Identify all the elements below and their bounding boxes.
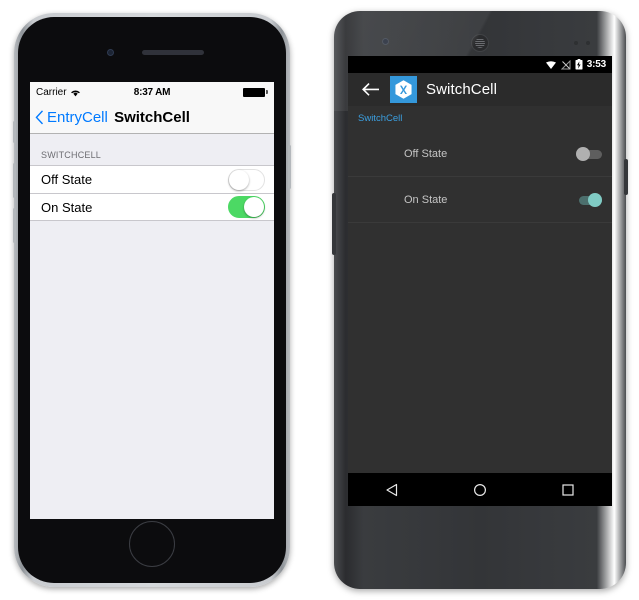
proximity-sensor-icon [574, 41, 578, 45]
ios-cell-label: Off State [41, 172, 93, 187]
square-recents-icon [562, 483, 574, 496]
chevron-left-icon [35, 110, 43, 125]
android-screen: 3:53 SwitchCell SwitchCell Off State On … [348, 56, 612, 506]
android-volume-button[interactable] [332, 193, 336, 255]
ios-back-button[interactable]: EntryCell [30, 109, 108, 126]
android-section-header: SwitchCell [358, 113, 403, 124]
android-device: 3:53 SwitchCell SwitchCell Off State On … [332, 11, 628, 589]
xamarin-logo-icon [390, 76, 417, 103]
list-item[interactable]: Off State [348, 131, 612, 177]
android-switch-thumb [576, 146, 590, 161]
android-switch-thumb [588, 192, 602, 207]
iphone-mute-switch[interactable] [13, 121, 16, 143]
battery-full-icon [243, 87, 268, 97]
front-camera-icon [107, 49, 114, 56]
android-nav-back-button[interactable] [375, 477, 409, 503]
xamarin-hexagon-icon [395, 80, 412, 99]
table-row[interactable]: On State [30, 193, 274, 221]
iphone-volume-up-button[interactable] [13, 163, 16, 198]
wifi-icon [545, 60, 556, 69]
ios-switch-knob [229, 169, 249, 190]
light-sensor-icon [586, 41, 590, 45]
table-row[interactable]: Off State [30, 165, 274, 193]
ios-switch-on-state[interactable] [228, 196, 265, 218]
ios-nav-bar: EntryCell SwitchCell [30, 102, 274, 134]
android-clock: 3:53 [586, 59, 606, 70]
android-switch-on-state[interactable] [576, 192, 602, 207]
ios-switch-knob [244, 197, 264, 217]
ios-section-spacer [30, 134, 274, 150]
iphone-volume-down-button[interactable] [13, 208, 16, 243]
battery-charging-icon [575, 59, 583, 70]
android-list-view: SwitchCell Off State On State [348, 106, 612, 223]
android-toolbar: SwitchCell [348, 73, 612, 106]
ios-table-view: SWITCHCELL Off State On State [30, 134, 274, 221]
android-nav-recents-button[interactable] [551, 477, 585, 503]
front-camera-icon [382, 38, 389, 45]
iphone-power-button[interactable] [288, 145, 291, 189]
android-status-bar: 3:53 [348, 56, 612, 73]
ios-back-label: EntryCell [47, 109, 108, 126]
signal-off-icon [560, 59, 571, 69]
iphone-device: Carrier 8:37 AM EntryCell SwitchCell SWI… [13, 13, 291, 587]
android-nav-bar [348, 473, 612, 506]
android-power-button[interactable] [624, 159, 628, 195]
list-item[interactable]: On State [348, 177, 612, 223]
earpiece-speaker [471, 34, 489, 52]
ios-status-bar: Carrier 8:37 AM [30, 82, 274, 102]
ios-cell-label: On State [41, 199, 93, 215]
arrow-left-icon [361, 83, 379, 96]
android-page-title: SwitchCell [426, 81, 498, 98]
android-row-label: On State [404, 193, 448, 206]
android-switch-off-state[interactable] [576, 146, 602, 161]
ios-section-header: SWITCHCELL [41, 150, 102, 160]
earpiece-speaker [142, 50, 204, 55]
circle-home-icon [473, 483, 487, 496]
ios-screen: Carrier 8:37 AM EntryCell SwitchCell SWI… [30, 82, 274, 519]
triangle-back-icon [386, 483, 398, 496]
android-row-label: Off State [404, 147, 448, 160]
home-button[interactable] [129, 521, 175, 567]
ios-clock: 8:37 AM [133, 86, 171, 98]
android-back-button[interactable] [357, 77, 383, 103]
android-nav-home-button[interactable] [463, 477, 497, 503]
ios-switch-off-state[interactable] [228, 168, 265, 191]
